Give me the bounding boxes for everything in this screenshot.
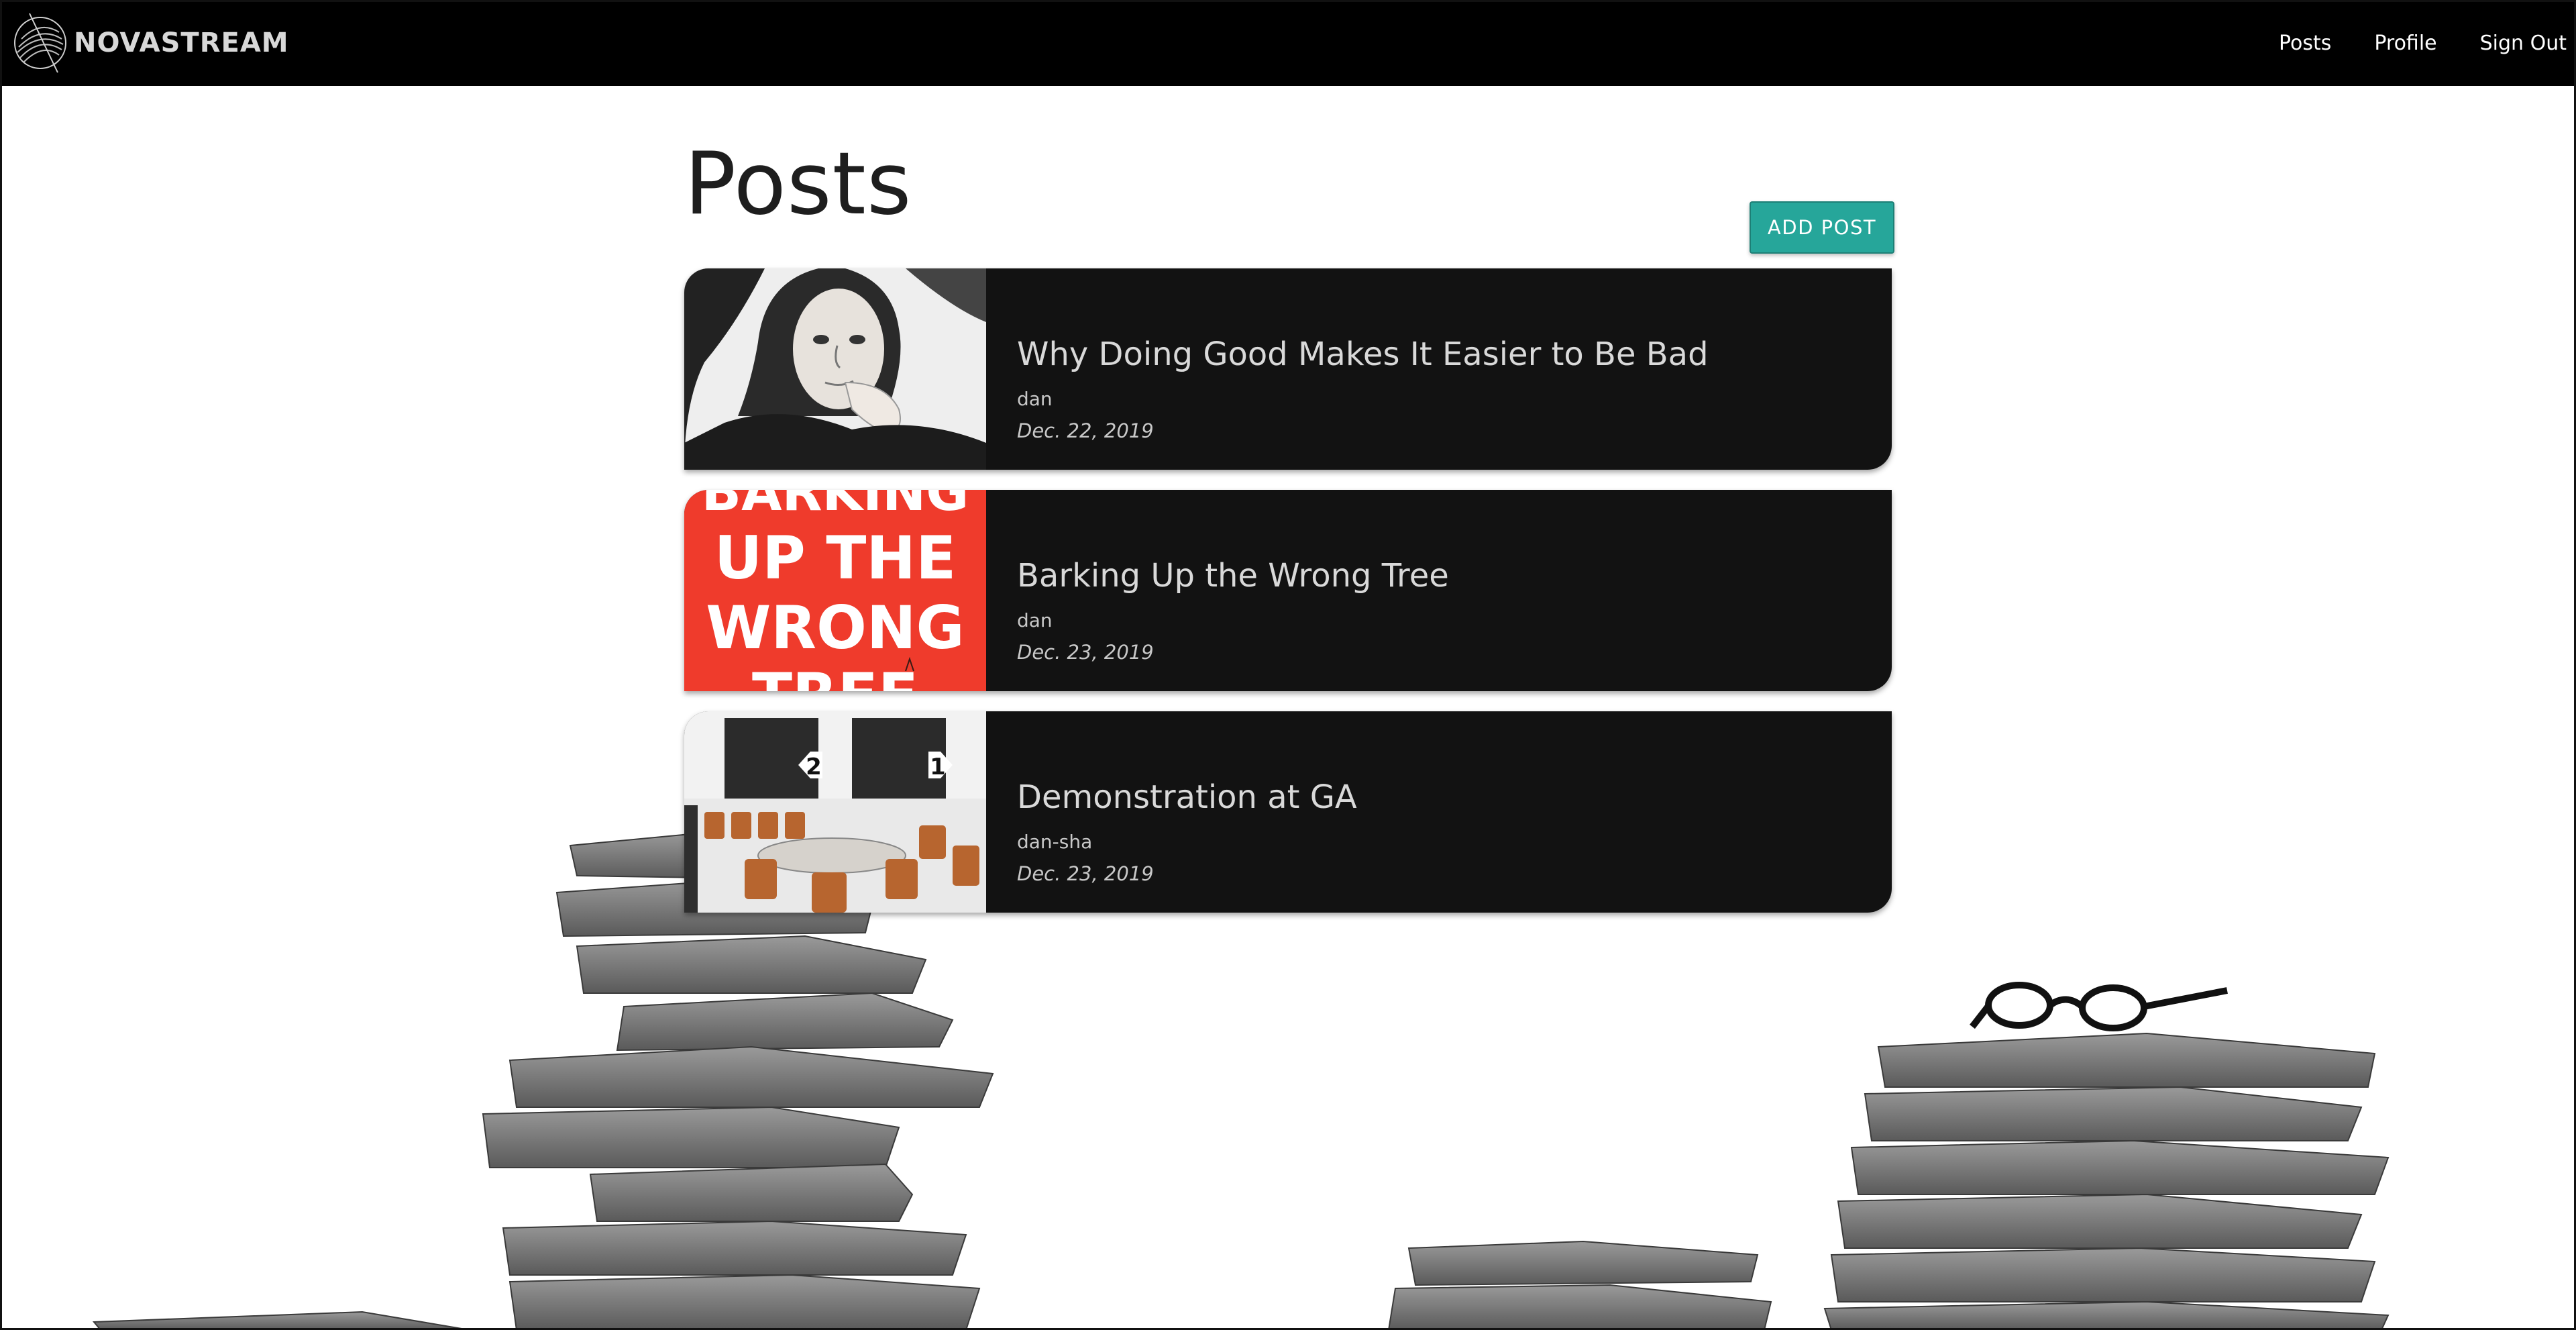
cover-text-line-3: WRONG — [706, 593, 965, 662]
post-date: Dec. 23, 2019 — [1017, 641, 1154, 664]
portrait-image — [684, 268, 986, 470]
post-info: Demonstration at GA dan-sha Dec. 23, 201… — [986, 711, 1357, 913]
page-title: Posts — [684, 134, 912, 234]
post-info: Why Doing Good Makes It Easier to Be Bad… — [986, 268, 1709, 470]
room-number-1: 1 — [930, 754, 946, 780]
globe-swirl-icon — [14, 13, 66, 73]
post-list: Why Doing Good Makes It Easier to Be Bad… — [684, 268, 1892, 933]
post-thumbnail — [684, 268, 986, 470]
cover-text-line-2: UP THE — [714, 523, 956, 593]
post-date: Dec. 23, 2019 — [1017, 862, 1154, 885]
post-title[interactable]: Why Doing Good Makes It Easier to Be Bad — [1017, 336, 1709, 373]
add-post-button[interactable]: ADD POST — [1750, 201, 1894, 254]
top-navbar: NOVASTREAM Posts Profile Sign Out — [0, 0, 2576, 86]
brand-name: NOVASTREAM — [74, 28, 289, 58]
nav-link-profile[interactable]: Profile — [2374, 32, 2436, 55]
post-title[interactable]: Barking Up the Wrong Tree — [1017, 557, 1449, 595]
post-info: Barking Up the Wrong Tree dan Dec. 23, 2… — [986, 490, 1449, 691]
post-title[interactable]: Demonstration at GA — [1017, 778, 1357, 816]
post-card[interactable]: Why Doing Good Makes It Easier to Be Bad… — [684, 268, 1892, 470]
nav-link-posts[interactable]: Posts — [2279, 32, 2331, 55]
post-date: Dec. 22, 2019 — [1017, 419, 1154, 442]
classroom-image: 2 1 — [684, 711, 986, 913]
cover-text-line-4: TREE — [752, 660, 918, 691]
post-card[interactable]: 2 1 Demonstration at GA dan-sha Dec. 23,… — [684, 711, 1892, 913]
brand-logo[interactable]: NOVASTREAM — [9, 12, 289, 74]
post-card[interactable]: BARKING UP THE WRONG TREE Barking Up the… — [684, 490, 1892, 691]
nav-link-sign-out[interactable]: Sign Out — [2480, 32, 2567, 55]
room-number-2: 2 — [806, 754, 822, 780]
post-author: dan — [1017, 609, 1053, 631]
post-author: dan — [1017, 388, 1053, 410]
cover-text-line-1: BARKING — [702, 490, 969, 523]
nav-links: Posts Profile Sign Out — [2236, 0, 2567, 86]
post-thumbnail: 2 1 — [684, 711, 986, 913]
post-thumbnail: BARKING UP THE WRONG TREE — [684, 490, 986, 691]
book-cover-image: BARKING UP THE WRONG TREE — [684, 490, 986, 691]
post-author: dan-sha — [1017, 831, 1093, 853]
